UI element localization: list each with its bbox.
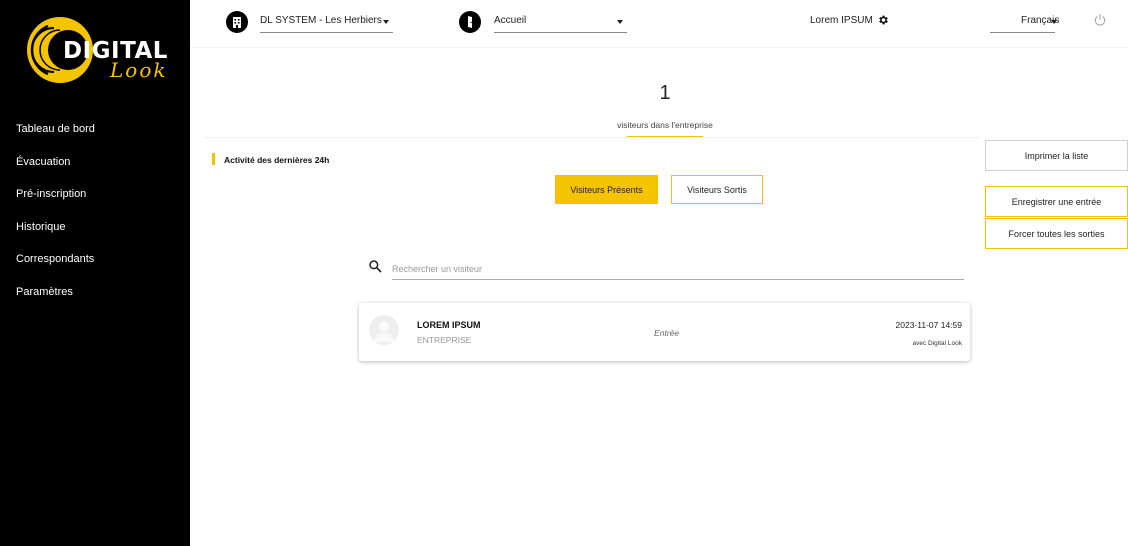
visitor-card[interactable]: LOREM IPSUM ENTREPRISE Entrée 2023-11-07…	[359, 303, 970, 361]
sidebar-item-history[interactable]: Historique	[0, 215, 190, 248]
building-icon	[226, 11, 248, 33]
print-list-button[interactable]: Imprimer la liste	[985, 140, 1128, 171]
site-select[interactable]: DL SYSTEM - Les Herbiers	[260, 11, 393, 33]
user-avatar-icon	[374, 321, 394, 342]
visitor-status: Entrée	[654, 328, 680, 338]
gear-icon[interactable]	[877, 14, 889, 26]
user-name: Lorem IPSUM	[810, 14, 873, 26]
language-select[interactable]: Français	[990, 11, 1059, 33]
visitor-datetime: 2023-11-07 14:59	[895, 320, 962, 330]
search-input[interactable]	[392, 258, 964, 280]
sidebar-item-evacuation[interactable]: Évacuation	[0, 150, 190, 183]
visitor-count: 1	[659, 82, 671, 104]
page-select-value: Accueil	[494, 15, 527, 26]
chevron-down-icon	[617, 20, 623, 24]
activity-marker	[212, 153, 215, 165]
sidebar-item-preregistration[interactable]: Pré-inscription	[0, 182, 190, 215]
chevron-down-icon	[383, 20, 389, 24]
search-icon	[369, 260, 382, 273]
register-entry-button[interactable]: Enregistrer une entrée	[985, 186, 1128, 217]
sidebar-nav: Tableau de bord Évacuation Pré-inscripti…	[0, 117, 190, 313]
brand-logo[interactable]: DIGITAL Look	[20, 14, 170, 84]
top-bar: DL SYSTEM - Les Herbiers Accueil Lorem I…	[190, 0, 1128, 48]
visitor-name: LOREM IPSUM	[417, 320, 481, 330]
sidebar-item-settings[interactable]: Paramètres	[0, 280, 190, 313]
tab-present-visitors[interactable]: Visiteurs Présents	[555, 175, 658, 204]
tab-left-visitors[interactable]: Visiteurs Sortis	[671, 175, 763, 204]
visitor-via: avec Digital Look	[912, 340, 963, 347]
visitor-count-label: visiteurs dans l'entreprise	[617, 120, 713, 130]
caret-down-icon	[1051, 20, 1057, 24]
power-icon[interactable]	[1093, 13, 1107, 27]
sidebar-item-dashboard[interactable]: Tableau de bord	[0, 117, 190, 150]
divider	[203, 137, 981, 138]
page-select[interactable]: Accueil	[494, 11, 627, 33]
brand-subname: Look	[110, 58, 168, 82]
visitor-company: ENTREPRISE	[417, 335, 472, 345]
avatar	[369, 315, 399, 345]
activity-title: Activité des dernières 24h	[224, 155, 330, 165]
force-exit-button[interactable]: Forcer toutes les sorties	[985, 218, 1128, 249]
user-menu[interactable]: Lorem IPSUM	[810, 14, 889, 26]
door-icon	[459, 11, 481, 33]
sidebar-item-contacts[interactable]: Correspondants	[0, 247, 190, 280]
sidebar: DIGITAL Look Tableau de bord Évacuation …	[0, 0, 190, 546]
site-select-value: DL SYSTEM - Les Herbiers	[260, 15, 382, 26]
